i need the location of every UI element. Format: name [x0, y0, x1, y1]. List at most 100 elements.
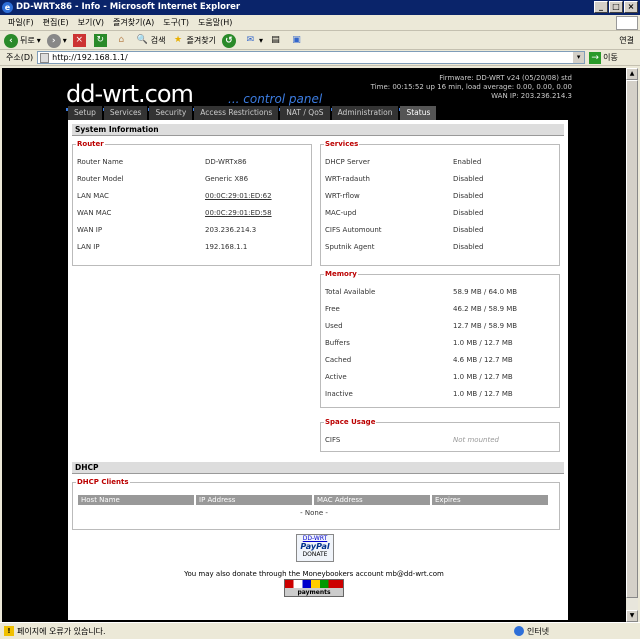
col-expires[interactable]: Expires	[432, 495, 548, 505]
space-usage-fieldset: Space Usage CIFS Not mounted	[320, 418, 560, 452]
row-key: Router Name	[77, 158, 124, 166]
col-host-name[interactable]: Host Name	[78, 495, 194, 505]
tab-setup[interactable]: Setup	[68, 106, 103, 120]
edit-button[interactable]: ▣	[290, 34, 305, 47]
ddwrt-logo[interactable]: dd-wrt.com	[66, 80, 194, 108]
row-value: Enabled	[453, 158, 482, 166]
scroll-up-icon[interactable]: ▲	[626, 68, 638, 80]
links-label[interactable]: 연결	[619, 35, 634, 46]
row-value: Disabled	[453, 209, 484, 217]
tab-administration[interactable]: Administration	[331, 106, 400, 120]
title-bar[interactable]: e DD-WRTx86 - Info - Microsoft Internet …	[0, 0, 640, 15]
row-key: LAN MAC	[77, 192, 109, 200]
menu-file[interactable]: 파일(F)	[8, 17, 34, 28]
row-value: 192.168.1.1	[205, 243, 248, 251]
row-value: Disabled	[453, 175, 484, 183]
row-value: 58.9 MB / 64.0 MB	[453, 288, 518, 296]
search-label: 검색	[150, 36, 166, 45]
tab-access-restrictions[interactable]: Access Restrictions	[194, 106, 280, 120]
menu-favorites[interactable]: 즐겨찾기(A)	[113, 17, 154, 28]
status-bar: ! 페이지에 오류가 있습니다. 인터넷	[0, 622, 640, 639]
uptime: Time: 00:15:52 up 16 min, load average: …	[370, 83, 572, 91]
flags-icon	[285, 580, 343, 588]
forward-arrow-icon: ›	[46, 33, 61, 48]
address-url: http://192.168.1.1/	[52, 53, 128, 62]
row-value: 1.0 MB / 12.7 MB	[453, 339, 513, 347]
dhcp-clients-legend: DHCP Clients	[76, 478, 130, 487]
wan-mac-link[interactable]: 00:0C:29:01:ED:58	[205, 208, 325, 218]
row-key: CIFS	[325, 436, 341, 444]
minimize-button[interactable]: _	[594, 1, 608, 13]
favorites-button[interactable]: ★ 즐겨찾기	[172, 34, 216, 47]
vertical-scrollbar[interactable]: ▲ ▼	[626, 68, 638, 622]
logo-subtitle: ... control panel	[228, 92, 323, 106]
close-button[interactable]: ×	[624, 1, 638, 13]
window-title: DD-WRTx86 - Info - Microsoft Internet Ex…	[16, 2, 241, 12]
go-label: 이동	[603, 53, 618, 62]
row-key: Active	[325, 373, 347, 381]
menu-help[interactable]: 도움말(H)	[198, 17, 232, 28]
menu-tools[interactable]: 도구(T)	[163, 17, 189, 28]
row-key: Cached	[325, 356, 352, 364]
nav-tabs: Setup Services Security Access Restricti…	[68, 106, 438, 120]
firmware-version: Firmware: DD-WRT v24 (05/20/08) std	[439, 74, 572, 82]
router-legend: Router	[76, 140, 105, 149]
home-button[interactable]: ⌂	[115, 34, 130, 47]
paypal-donate-button[interactable]: DD-WRT PayPal DONATE	[296, 534, 334, 562]
memory-fieldset: Memory Total Available 58.9 MB / 64.0 MB …	[320, 270, 560, 408]
windows-logo-icon	[616, 16, 638, 30]
col-mac-address[interactable]: MAC Address	[314, 495, 430, 505]
logo-dot: .com	[138, 80, 194, 108]
history-button[interactable]: ↺	[221, 33, 238, 48]
row-key: Router Model	[77, 175, 124, 183]
stop-icon: ×	[72, 34, 86, 47]
row-value: Disabled	[453, 243, 484, 251]
row-key: WRT-rflow	[325, 192, 360, 200]
lan-mac-link[interactable]: 00:0C:29:01:ED:62	[205, 191, 325, 201]
menu-bar: 파일(F) 편집(E) 보기(V) 즐겨찾기(A) 도구(T) 도움말(H)	[0, 15, 640, 31]
row-key: WRT-radauth	[325, 175, 370, 183]
refresh-icon: ↻	[93, 34, 107, 47]
paypal-logo: PayPal	[300, 542, 330, 551]
back-label: 뒤로	[20, 36, 35, 45]
tab-status[interactable]: Status	[400, 106, 438, 120]
maximize-button[interactable]: □	[609, 1, 623, 13]
chevron-down-icon: ▾	[36, 36, 41, 45]
search-icon: 🔍	[136, 35, 148, 45]
forward-button[interactable]: › ▾	[46, 33, 67, 48]
menu-view[interactable]: 보기(V)	[78, 17, 104, 28]
menu-edit[interactable]: 편집(E)	[43, 17, 69, 28]
go-button[interactable]: → 이동	[589, 51, 618, 64]
row-value: Disabled	[453, 226, 484, 234]
refresh-button[interactable]: ↻	[93, 34, 109, 47]
row-key: Inactive	[325, 390, 353, 398]
chevron-down-icon[interactable]: ▾	[573, 52, 585, 63]
tab-nat-qos[interactable]: NAT / QoS	[280, 106, 331, 120]
dhcp-clients-fieldset: DHCP Clients	[72, 478, 560, 530]
col-ip-address[interactable]: IP Address	[196, 495, 312, 505]
row-key: MAC-upd	[325, 209, 357, 217]
go-arrow-icon: →	[589, 51, 602, 64]
address-input[interactable]: http://192.168.1.1/ ▾	[37, 51, 586, 64]
services-fieldset: Services DHCP Server Enabled WRT-radauth D…	[320, 140, 560, 266]
scroll-down-icon[interactable]: ▼	[626, 610, 638, 622]
scroll-thumb[interactable]	[626, 80, 638, 598]
error-status[interactable]: ! 페이지에 오류가 있습니다.	[0, 626, 500, 637]
tab-security[interactable]: Security	[149, 106, 194, 120]
print-button[interactable]: ▤	[269, 34, 284, 47]
moneybookers-button[interactable]: payments	[284, 579, 344, 597]
search-button[interactable]: 🔍 검색	[136, 34, 166, 47]
row-value: 1.0 MB / 12.7 MB	[453, 390, 513, 398]
space-usage-legend: Space Usage	[324, 418, 377, 427]
ie-window: e DD-WRTx86 - Info - Microsoft Internet …	[0, 0, 640, 639]
system-info-header: System Information	[72, 124, 564, 136]
row-value: 203.236.214.3	[205, 226, 257, 234]
dhcp-table-header: Host Name IP Address MAC Address Expires	[78, 495, 550, 505]
services-legend: Services	[324, 140, 360, 149]
mail-button[interactable]: ✉ ▾	[244, 34, 263, 47]
row-value: 4.6 MB / 12.7 MB	[453, 356, 513, 364]
back-button[interactable]: ‹ 뒤로 ▾	[4, 33, 41, 48]
stop-button[interactable]: ×	[72, 34, 88, 47]
tab-services[interactable]: Services	[103, 106, 149, 120]
home-icon: ⌂	[118, 35, 125, 45]
